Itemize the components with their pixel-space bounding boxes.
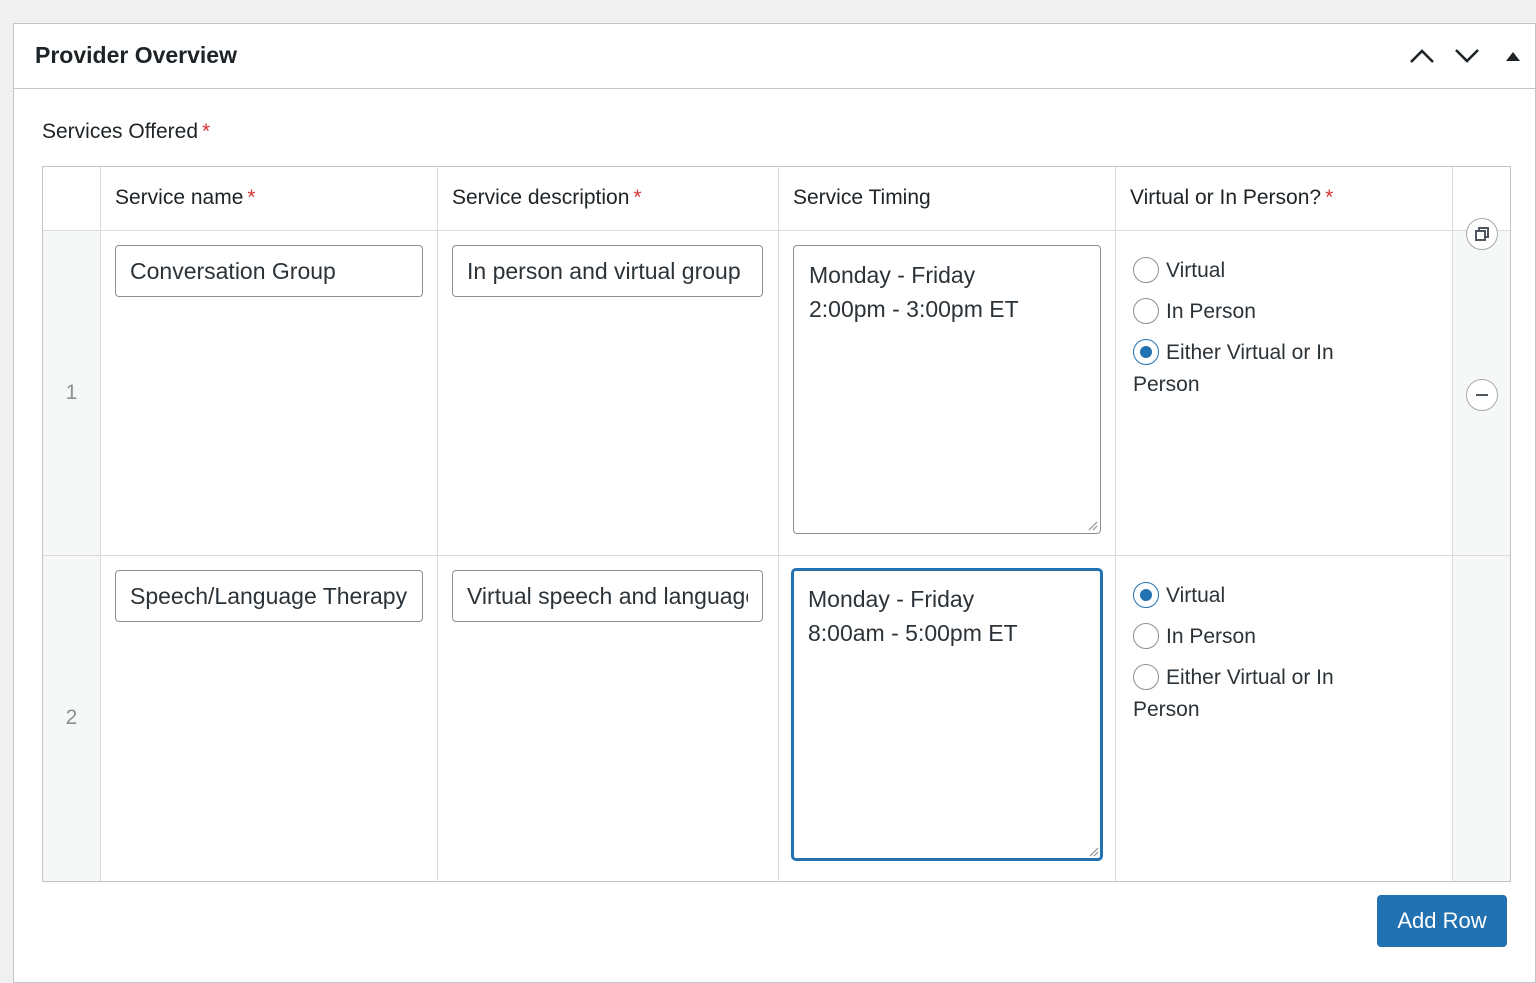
panel-header: Provider Overview [14,24,1535,89]
radio-button[interactable] [1133,257,1159,283]
column-divider [437,167,438,881]
column-divider [1452,167,1453,881]
required-mark: * [1325,186,1334,209]
radio-option-virtual[interactable]: Virtual [1133,257,1433,300]
row-number: 1 [65,381,78,404]
service-description-input[interactable] [452,245,763,297]
radio-label: In Person [1166,300,1256,323]
required-mark: * [633,186,642,209]
virtual-or-in-person-radio-group: Virtual In Person Either Virtual or In P… [1133,582,1433,730]
required-mark: * [247,186,256,209]
header-label: Service Timing [793,186,931,209]
resize-grip-icon[interactable] [1087,845,1099,857]
radio-option-either[interactable]: Either Virtual or In [1133,664,1433,690]
header-service-name: Service name * [115,186,256,210]
column-divider [778,167,779,881]
chevron-up-icon [1410,49,1434,63]
triangle-up-icon [1506,52,1520,61]
radio-label-continuation: Person [1133,698,1200,721]
radio-button[interactable] [1133,298,1159,324]
remove-row-button[interactable] [1466,379,1498,411]
minus-icon [1476,394,1488,396]
radio-button[interactable] [1133,664,1159,690]
services-offered-label-text: Services Offered [42,120,199,143]
service-timing-wrapper: Monday - Friday 8:00am - 5:00pm ET [792,569,1102,860]
radio-label: Either Virtual or In [1166,341,1334,364]
radio-option-either[interactable]: Either Virtual or In [1133,339,1433,365]
header-service-description: Service description * [452,186,642,210]
service-name-input[interactable] [115,245,423,297]
virtual-or-in-person-radio-group: Virtual In Person Either Virtual or In P… [1133,257,1433,405]
radio-label: In Person [1166,625,1256,648]
header-service-timing: Service Timing [793,186,931,210]
radio-selected-dot [1140,346,1152,358]
service-description-input[interactable] [452,570,763,622]
add-row-button[interactable]: Add Row [1377,895,1507,947]
provider-overview-panel: Provider Overview Services Offered * Serv… [13,23,1536,983]
radio-button-selected[interactable] [1133,339,1159,365]
header-label: Service description [452,186,630,209]
duplicate-icon [1475,227,1489,241]
radio-label: Either Virtual or In [1166,666,1334,689]
radio-option-in-person[interactable]: In Person [1133,298,1433,341]
service-timing-textarea-focused[interactable]: Monday - Friday 8:00am - 5:00pm ET [792,569,1102,860]
panel-title: Provider Overview [35,42,237,68]
service-timing-textarea[interactable]: Monday - Friday 2:00pm - 3:00pm ET [793,245,1101,534]
column-divider [100,167,101,881]
required-mark: * [202,120,211,143]
toggle-panel-button[interactable] [1496,41,1530,71]
radio-label: Virtual [1166,584,1226,607]
header-label: Service name [115,186,244,209]
row-number: 2 [65,706,78,729]
service-name-input[interactable] [115,570,423,622]
radio-label-continuation: Person [1133,373,1200,396]
column-divider [1115,167,1116,881]
services-repeater-table: Service name * Service description * Servi… [42,166,1511,882]
move-down-button[interactable] [1450,41,1484,71]
radio-button-selected[interactable] [1133,582,1159,608]
service-timing-wrapper: Monday - Friday 2:00pm - 3:00pm ET [793,245,1101,534]
radio-option-in-person[interactable]: In Person [1133,623,1433,666]
resize-grip-icon[interactable] [1086,519,1098,531]
row-divider [43,230,1510,231]
radio-option-virtual[interactable]: Virtual [1133,582,1433,625]
row-divider [43,555,1510,556]
radio-selected-dot [1140,589,1152,601]
duplicate-row-button[interactable] [1466,218,1498,250]
header-label: Virtual or In Person? [1130,186,1322,209]
services-offered-label: Services Offered * [42,120,210,144]
move-up-button[interactable] [1405,41,1439,71]
chevron-down-icon [1455,49,1479,63]
header-virtual-or-in-person: Virtual or In Person? * [1130,186,1333,210]
radio-button[interactable] [1133,623,1159,649]
radio-label: Virtual [1166,259,1226,282]
